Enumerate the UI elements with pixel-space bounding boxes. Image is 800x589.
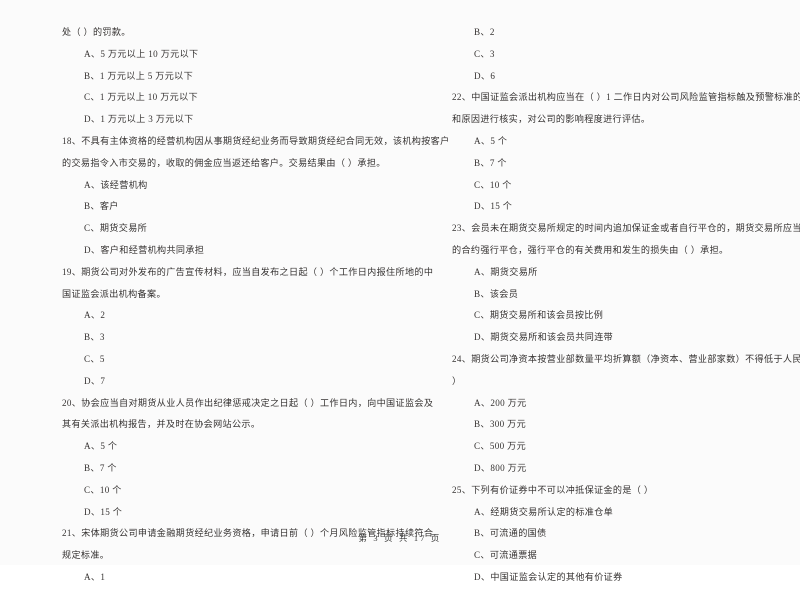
question-tail-block: 处（ ）的罚款。 A、5 万元以上 10 万元以下 B、1 万元以上 5 万元以下 C… xyxy=(62,22,392,131)
answer-option[interactable]: A、5 个 xyxy=(62,436,392,458)
answer-option[interactable]: D、15 个 xyxy=(452,196,790,218)
answer-option[interactable]: C、1 万元以上 10 万元以下 xyxy=(62,87,392,109)
answer-option[interactable]: A、2 xyxy=(62,305,392,327)
answer-option[interactable]: B、客户 xyxy=(62,196,392,218)
answer-option[interactable]: B、300 万元 xyxy=(452,414,790,436)
answer-option[interactable]: D、800 万元 xyxy=(452,458,790,480)
question-block: 22、中国证监会派出机构应当在（ ）1 二作日内对公司风险监管指标触及预警标准的… xyxy=(452,87,800,218)
answer-option[interactable]: D、客户和经营机构共同承担 xyxy=(62,240,392,262)
answer-option[interactable]: B、7 个 xyxy=(452,153,790,175)
answer-option[interactable]: C、期货交易所 xyxy=(62,218,392,240)
answer-option[interactable]: D、中国证监会认定的其他有价证券 xyxy=(452,567,790,589)
answer-option[interactable]: D、15 个 xyxy=(62,502,392,524)
answer-option[interactable]: B、3 xyxy=(62,327,392,349)
question-stem: 处（ ）的罚款。 xyxy=(62,27,131,37)
two-column-body: 处（ ）的罚款。 A、5 万元以上 10 万元以下 B、1 万元以上 5 万元以下 C… xyxy=(0,22,800,582)
question-stem: 20、协会应当自对期货从业人员作出纪律惩戒决定之日起（ ）工作日内，向中国证监会… xyxy=(62,397,434,408)
answer-option[interactable]: C、期货交易所和该会员按比例 xyxy=(452,305,790,327)
answer-option[interactable]: B、该会员 xyxy=(452,284,790,306)
answer-option[interactable]: A、5 个 xyxy=(452,131,790,153)
question-stem: 18、不具有主体资格的经营机构因从事期货经纪业务而导致期货经纪合同无效，该机构按… xyxy=(62,135,450,146)
question-block: 18、不具有主体资格的经营机构因从事期货经纪业务而导致期货经纪合同无效，该机构按… xyxy=(62,131,450,262)
answer-option[interactable]: D、7 xyxy=(62,371,392,393)
question-stem: 24、期货公司净资本按营业部数量平均折算额（净资本、营业部家数）不得低于人民币（ xyxy=(452,353,800,364)
exam-page: 处（ ）的罚款。 A、5 万元以上 10 万元以下 B、1 万元以上 5 万元以下 C… xyxy=(0,0,800,582)
answer-option[interactable]: C、500 万元 xyxy=(452,436,790,458)
question-block: 23、会员未在期货交易所规定的时间内追加保证金或者自行平仓的，期货交易所应当将该… xyxy=(452,218,800,349)
answer-option[interactable]: B、7 个 xyxy=(62,458,392,480)
question-stem-continuation: 国证监会派出机构备案。 xyxy=(62,288,166,299)
question-stem-continuation: ） xyxy=(452,375,462,386)
answer-option[interactable]: B、1 万元以上 5 万元以下 xyxy=(62,66,392,88)
answer-option[interactable]: A、经期货交易所认定的标准仓单 xyxy=(452,502,790,524)
answer-option[interactable]: C、3 xyxy=(452,44,790,66)
left-column: 处（ ）的罚款。 A、5 万元以上 10 万元以下 B、1 万元以上 5 万元以下 C… xyxy=(0,22,450,582)
question-stem-continuation: 的交易指令入市交易的，收取的佣金应当返还给客户。交易结果由（ ）承担。 xyxy=(62,157,386,168)
answer-option[interactable]: A、该经营机构 xyxy=(62,175,392,197)
question-stem: 23、会员未在期货交易所规定的时间内追加保证金或者自行平仓的，期货交易所应当将该… xyxy=(452,223,800,234)
options-tail-block: B、2 C、3 D、6 xyxy=(452,22,790,87)
question-stem-continuation: 和原因进行核实，对公司的影响程度进行评估。 xyxy=(452,114,651,125)
question-stem-continuation: 的合约强行平仓，强行平仓的有关费用和发生的损失由（ ）承担。 xyxy=(452,244,729,255)
question-stem-continuation: 其有关派出机构报告，并及时在协会网站公示。 xyxy=(62,419,261,430)
answer-option[interactable]: A、200 万元 xyxy=(452,393,790,415)
question-block: 20、协会应当自对期货从业人员作出纪律惩戒决定之日起（ ）工作日内，向中国证监会… xyxy=(62,393,434,524)
answer-option[interactable]: C、可流通票据 xyxy=(452,545,790,567)
answer-option[interactable]: B、2 xyxy=(452,22,790,44)
answer-option[interactable]: C、10 个 xyxy=(452,175,790,197)
answer-option[interactable]: A、期货交易所 xyxy=(452,262,790,284)
answer-option[interactable]: C、10 个 xyxy=(62,480,392,502)
answer-option[interactable]: D、期货交易所和该会员共同连带 xyxy=(452,327,790,349)
question-stem: 25、下列有价证券中不可以冲抵保证金的是（ ） xyxy=(452,484,654,495)
answer-option[interactable]: C、5 xyxy=(62,349,392,371)
answer-option[interactable]: A、1 xyxy=(62,567,392,589)
right-column: B、2 C、3 D、6 22、中国证监会派出机构应当在（ ）1 二作日内对公司风险监管… xyxy=(400,22,800,582)
answer-option[interactable]: D、6 xyxy=(452,66,790,88)
question-stem: 22、中国证监会派出机构应当在（ ）1 二作日内对公司风险监管指标触及预警标准的… xyxy=(452,92,800,103)
question-block: 19、期货公司对外发布的广告宣传材料，应当自发布之日起（ ）个工作日内报住所地的… xyxy=(62,262,434,393)
page-footer: 第 3 页 共 17 页 xyxy=(358,534,442,543)
question-stem: 19、期货公司对外发布的广告宣传材料，应当自发布之日起（ ）个工作日内报住所地的… xyxy=(62,266,434,277)
question-stem-continuation: 规定标准。 xyxy=(62,550,110,561)
answer-option[interactable]: D、1 万元以上 3 万元以下 xyxy=(62,109,392,131)
answer-option[interactable]: A、5 万元以上 10 万元以下 xyxy=(62,44,392,66)
question-block: 24、期货公司净资本按营业部数量平均折算额（净资本、营业部家数）不得低于人民币（… xyxy=(452,349,800,480)
